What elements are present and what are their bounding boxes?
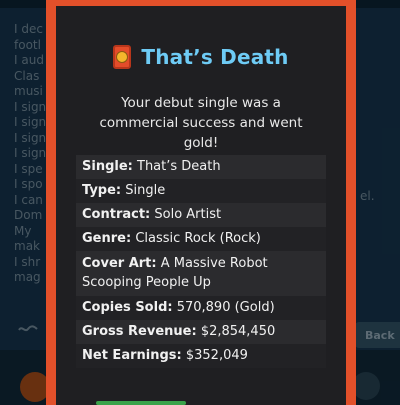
detail-key: Net Earnings:	[82, 348, 182, 363]
detail-value: 570,890 (Gold)	[176, 300, 275, 315]
gold-disc-icon	[116, 51, 129, 63]
detail-key: Genre:	[82, 231, 132, 246]
detail-key: Single:	[82, 159, 133, 174]
gold-record-award-icon	[113, 45, 132, 69]
modal-description: Your debut single was a commercial succe…	[99, 95, 303, 151]
detail-value: Solo Artist	[154, 207, 222, 222]
continue-button[interactable]	[96, 401, 186, 405]
detail-row-type: Type: Single	[76, 179, 326, 203]
detail-row-contract: Contract: Solo Artist	[76, 203, 326, 227]
modal-content: That’s Death Your debut single was a com…	[66, 0, 336, 405]
detail-row-copies-sold: Copies Sold: 570,890 (Gold)	[76, 296, 326, 320]
detail-row-net-earnings: Net Earnings: $352,049	[76, 344, 326, 368]
detail-key: Cover Art:	[82, 256, 157, 271]
detail-key: Gross Revenue:	[82, 324, 197, 339]
modal-title: That’s Death	[141, 45, 289, 69]
detail-key: Type:	[82, 183, 122, 198]
achievement-modal: That’s Death Your debut single was a com…	[46, 0, 356, 405]
detail-row-cover-art: Cover Art: A Massive Robot Scooping Peop…	[76, 251, 326, 296]
modal-title-row: That’s Death	[66, 44, 336, 70]
detail-key: Copies Sold:	[82, 300, 173, 315]
detail-value: Single	[125, 183, 166, 198]
detail-key: Contract:	[82, 207, 151, 222]
detail-row-genre: Genre: Classic Rock (Rock)	[76, 227, 326, 251]
detail-row-gross-revenue: Gross Revenue: $2,854,450	[76, 320, 326, 344]
single-details-table: Single: That’s Death Type: Single Contra…	[76, 155, 326, 368]
detail-value: $2,854,450	[200, 324, 276, 339]
detail-value: $352,049	[185, 348, 248, 363]
detail-row-single: Single: That’s Death	[76, 155, 326, 179]
detail-value: Classic Rock (Rock)	[135, 231, 261, 246]
detail-value: That’s Death	[137, 159, 221, 174]
